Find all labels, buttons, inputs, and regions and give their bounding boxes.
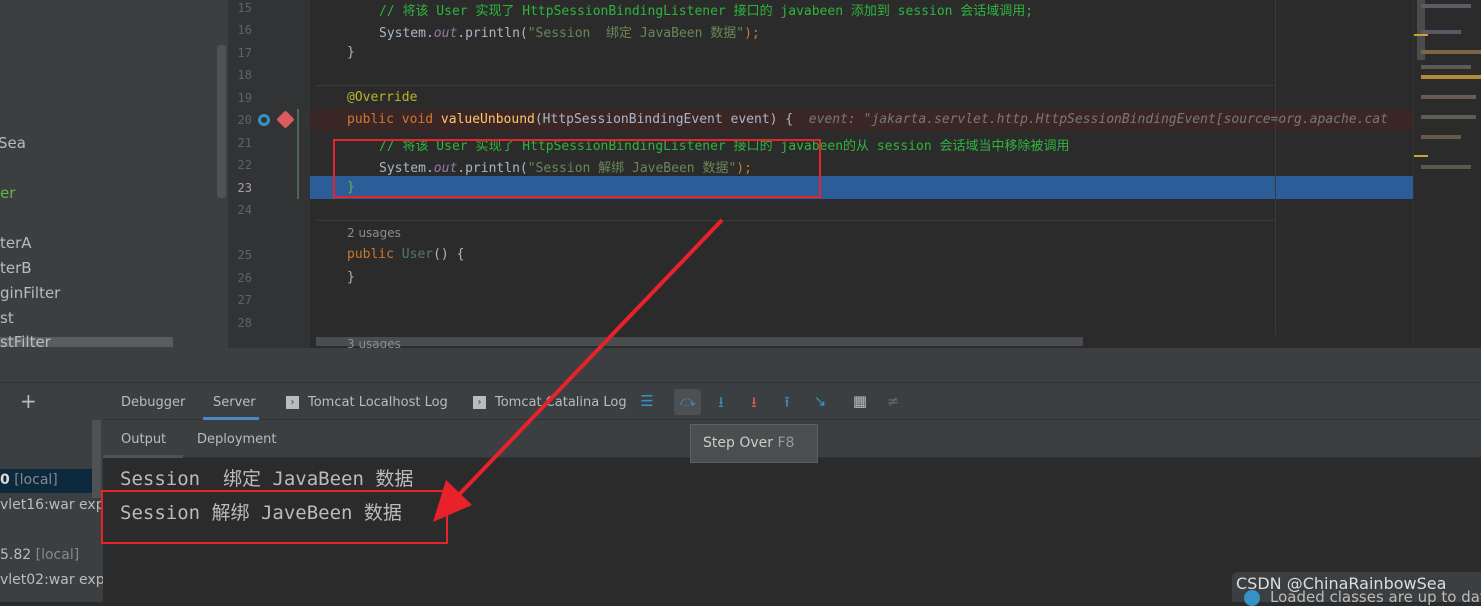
annotation-arrow bbox=[433, 218, 724, 522]
watermark: CSDN @ChinaRainbowSea bbox=[1236, 574, 1447, 593]
